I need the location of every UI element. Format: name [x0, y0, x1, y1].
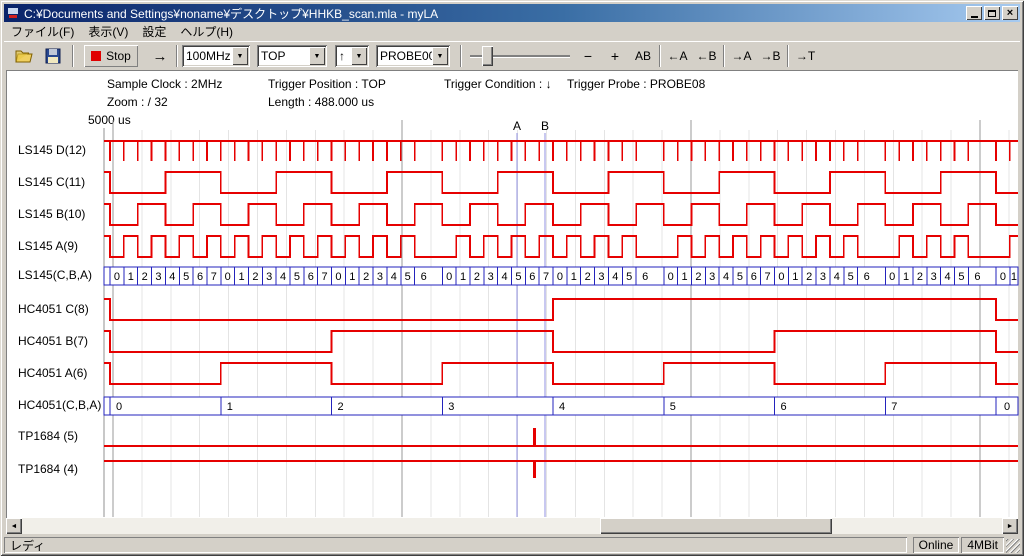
set-marker-a-button[interactable]: →A	[728, 45, 755, 67]
channel-label: HC4051 C(8)	[18, 302, 108, 316]
scroll-left-button[interactable]: ◄	[6, 518, 22, 534]
chevron-down-icon[interactable]: ▼	[351, 47, 367, 65]
trigger-probe-info: Trigger Probe : PROBE08	[567, 77, 705, 91]
goto-trigger-button[interactable]: →T	[792, 45, 819, 67]
minimize-icon	[971, 16, 978, 18]
goto-marker-a-button[interactable]: ←A	[664, 45, 691, 67]
scroll-right-button[interactable]: ►	[1002, 518, 1018, 534]
app-icon	[6, 6, 20, 20]
zoom-ab-button[interactable]: AB	[630, 45, 656, 67]
close-icon: ×	[1007, 8, 1013, 18]
status-online: Online	[913, 537, 960, 553]
length-info: Length : 488.000 us	[268, 95, 374, 109]
status-ready: レディ	[4, 537, 907, 553]
window-title: C:¥Documents and Settings¥noname¥デスクトップ¥…	[24, 5, 964, 22]
channel-label: LS145(C,B,A)	[18, 268, 108, 282]
menu-file[interactable]: ファイル(F)	[4, 22, 81, 41]
trigger-position-info: Trigger Position : TOP	[268, 77, 386, 91]
sample-clock-select[interactable]: 100MHz ▼	[182, 45, 250, 67]
set-marker-b-button[interactable]: →B	[757, 45, 784, 67]
sample-clock-info: Sample Clock : 2MHz	[107, 77, 222, 91]
menu-settings[interactable]: 設定	[135, 22, 173, 41]
trigger-probe-value: PROBE00	[380, 49, 435, 63]
toolbar-separator	[659, 45, 661, 67]
trigger-condition-info: Trigger Condition : ↓	[444, 77, 552, 91]
waveform-client-area: Sample Clock : 2MHz Trigger Position : T…	[6, 70, 1018, 518]
stop-label: Stop	[106, 49, 131, 63]
trigger-edge-value: ↑	[339, 49, 345, 63]
channel-label: TP1684 (4)	[18, 462, 108, 476]
zoom-in-button[interactable]: +	[603, 45, 627, 67]
stop-icon	[91, 51, 101, 61]
channel-label: HC4051 B(7)	[18, 334, 108, 348]
channel-label: HC4051 A(6)	[18, 366, 108, 380]
trigger-probe-select[interactable]: PROBE00 ▼	[376, 45, 450, 67]
horizontal-scrollbar[interactable]: ◄ ►	[6, 518, 1018, 534]
trigger-position-value: TOP	[261, 49, 285, 63]
channel-label: LS145 D(12)	[18, 143, 108, 157]
scrollbar-thumb[interactable]	[600, 518, 832, 534]
zoom-out-button[interactable]: −	[576, 45, 600, 67]
minimize-button[interactable]	[966, 6, 982, 20]
stop-button[interactable]: Stop	[84, 45, 138, 67]
menu-bar: ファイル(F) 表示(V) 設定 ヘルプ(H)	[4, 23, 1020, 40]
save-floppy-icon	[45, 48, 61, 64]
maximize-icon	[988, 10, 996, 17]
status-memory: 4MBit	[961, 537, 1004, 553]
toolbar-separator	[460, 45, 462, 67]
menu-view[interactable]: 表示(V)	[81, 22, 135, 41]
open-file-button[interactable]	[12, 45, 38, 67]
toolbar-separator	[72, 45, 74, 67]
sample-clock-value: 100MHz	[186, 49, 231, 63]
chevron-down-icon[interactable]: ▼	[432, 47, 448, 65]
status-bar: レディ Online 4MBit	[4, 537, 1020, 553]
app-window: C:¥Documents and Settings¥noname¥デスクトップ¥…	[0, 0, 1024, 556]
zoom-slider[interactable]	[470, 45, 570, 67]
title-bar[interactable]: C:¥Documents and Settings¥noname¥デスクトップ¥…	[4, 4, 1020, 22]
save-button[interactable]	[40, 45, 66, 67]
zoom-slider-thumb[interactable]	[482, 46, 493, 66]
channel-label: TP1684 (5)	[18, 429, 108, 443]
trigger-edge-select[interactable]: ↑ ▼	[335, 45, 369, 67]
goto-marker-b-button[interactable]: ←B	[693, 45, 720, 67]
channel-label: LS145 B(10)	[18, 207, 108, 221]
chevron-down-icon[interactable]: ▼	[232, 47, 248, 65]
toolbar-separator	[787, 45, 789, 67]
run-button[interactable]: →	[146, 45, 174, 67]
toolbar-separator	[176, 45, 178, 67]
toolbar-separator	[723, 45, 725, 67]
channel-label: LS145 A(9)	[18, 239, 108, 253]
toolbar: Stop → 100MHz ▼ TOP ▼ ↑ ▼ PROBE00 ▼ − + …	[4, 41, 1020, 69]
trigger-position-select[interactable]: TOP ▼	[257, 45, 327, 67]
timescale-label: 5000 us	[88, 113, 131, 127]
menu-help[interactable]: ヘルプ(H)	[173, 22, 240, 41]
channel-label: LS145 C(11)	[18, 175, 108, 189]
channel-label: HC4051(C,B,A)	[18, 398, 108, 412]
close-button[interactable]: ×	[1002, 6, 1018, 20]
resize-grip[interactable]	[1006, 539, 1020, 553]
maximize-button[interactable]	[984, 6, 1000, 20]
open-folder-icon	[15, 48, 35, 64]
chevron-down-icon[interactable]: ▼	[309, 47, 325, 65]
zoom-info: Zoom : / 32	[107, 95, 168, 109]
